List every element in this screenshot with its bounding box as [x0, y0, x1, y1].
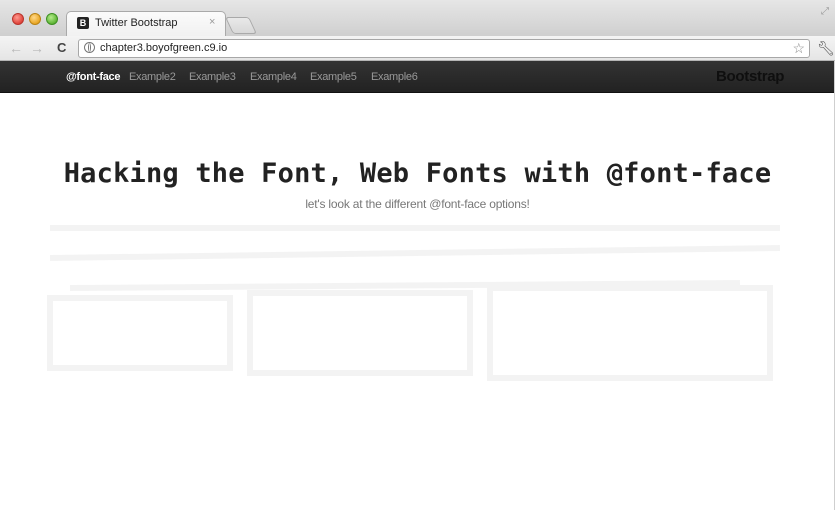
nav-item-example3[interactable]: Example3: [189, 71, 236, 83]
page-content: Hacking the Font, Web Fonts with @font-f…: [0, 93, 835, 510]
back-arrow-icon[interactable]: ←: [9, 40, 23, 56]
window-maximize-button[interactable]: [46, 13, 58, 25]
window-close-button[interactable]: [12, 13, 24, 25]
page-subtitle: let's look at the different @font-face o…: [305, 197, 530, 211]
nav-item-example6[interactable]: Example6: [371, 71, 418, 83]
bootstrap-favicon-icon: B: [77, 17, 89, 29]
nav-item-example4[interactable]: Example4: [250, 71, 297, 83]
address-bar[interactable]: chapter3.boyofgreen.c9.io ☆: [78, 39, 810, 58]
browser-titlebar: B Twitter Bootstrap × ⤢: [0, 0, 835, 36]
reload-icon[interactable]: C: [57, 40, 66, 56]
nav-item-font-face[interactable]: @font-face: [66, 71, 120, 83]
browser-toolbar: ← → C chapter3.boyofgreen.c9.io ☆ 🔧︎: [0, 36, 835, 61]
wrench-icon[interactable]: 🔧︎: [817, 40, 835, 56]
nav-item-example5[interactable]: Example5: [310, 71, 357, 83]
tab-close-icon[interactable]: ×: [209, 16, 215, 28]
new-tab-button[interactable]: [225, 17, 257, 34]
nav-item-example2[interactable]: Example2: [129, 71, 176, 83]
tab-title: Twitter Bootstrap: [95, 17, 178, 29]
star-icon[interactable]: ☆: [792, 40, 805, 57]
forward-arrow-icon[interactable]: →: [30, 40, 44, 56]
globe-icon: [84, 42, 95, 53]
background-watermark: [47, 225, 781, 381]
url-text[interactable]: chapter3.boyofgreen.c9.io: [100, 42, 227, 54]
site-navbar: @font-face Example2 Example3 Example4 Ex…: [0, 61, 835, 93]
window-minimize-button[interactable]: [29, 13, 41, 25]
browser-tab-active[interactable]: B Twitter Bootstrap ×: [66, 11, 226, 36]
page-title: Hacking the Font, Web Fonts with @font-f…: [63, 158, 772, 189]
fullscreen-icon[interactable]: ⤢: [821, 6, 829, 17]
navbar-brand[interactable]: Bootstrap: [716, 68, 784, 85]
